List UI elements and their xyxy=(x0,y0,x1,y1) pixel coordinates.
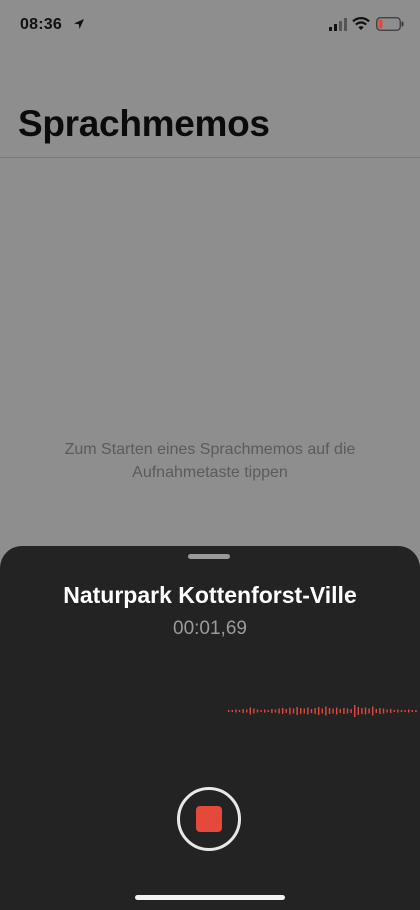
recording-elapsed-time: 00:01,69 xyxy=(173,618,247,639)
waveform-bar xyxy=(235,709,237,713)
title-divider xyxy=(0,157,420,158)
waveform-bar xyxy=(350,709,352,713)
waveform-bar xyxy=(343,708,345,714)
waveform-bar xyxy=(231,710,233,712)
waveform-bar xyxy=(260,710,262,712)
waveform-bar xyxy=(400,710,403,712)
empty-state-hint: Zum Starten eines Sprachmemos auf die Au… xyxy=(64,441,356,481)
recording-title[interactable]: Naturpark Kottenforst-Ville xyxy=(0,582,420,609)
waveform-bar xyxy=(238,710,241,712)
waveform-bar xyxy=(249,707,251,715)
status-bar: 08:36 xyxy=(0,0,420,50)
waveform-bar xyxy=(314,708,316,714)
cellular-signal-icon xyxy=(329,18,347,31)
waveform-bar xyxy=(346,708,349,714)
waveform-bar xyxy=(310,709,313,713)
waveform-bar xyxy=(274,709,277,713)
waveform-bar xyxy=(386,709,388,713)
waveform-bar xyxy=(332,708,334,714)
waveform-bar xyxy=(267,710,269,712)
waveform-bar xyxy=(404,710,406,712)
waveform-bar xyxy=(328,708,331,714)
waveform-bar xyxy=(289,707,291,715)
waveform-bar xyxy=(256,709,259,713)
waveform-bar xyxy=(307,707,309,715)
status-time: 08:36 xyxy=(20,16,62,33)
waveform-bar xyxy=(357,707,359,715)
home-indicator[interactable] xyxy=(135,895,285,900)
waveform-bar xyxy=(285,709,287,713)
waveform-bar xyxy=(415,710,417,712)
waveform-bar xyxy=(408,709,410,713)
waveform-bar xyxy=(361,708,363,714)
waveform-bar xyxy=(264,709,266,713)
location-arrow-icon xyxy=(74,19,84,29)
waveform-bar xyxy=(303,708,305,714)
waveform-bar xyxy=(372,706,374,716)
stop-recording-button[interactable] xyxy=(177,787,241,851)
waveform-bar xyxy=(375,709,377,713)
recording-sheet: Naturpark Kottenforst-Ville 00:01,69 xyxy=(0,546,420,910)
stop-icon xyxy=(196,806,222,832)
waveform-bar xyxy=(321,708,323,714)
waveform-bar xyxy=(382,708,385,714)
waveform-bar xyxy=(318,707,320,715)
waveform-bar xyxy=(354,705,356,717)
waveform-bar xyxy=(336,707,338,715)
waveform-bar xyxy=(292,708,295,714)
waveform-bar xyxy=(325,706,327,716)
waveform-bar xyxy=(390,709,392,713)
wifi-icon xyxy=(352,17,370,30)
page-title: Sprachmemos xyxy=(18,103,270,144)
waveform-bar xyxy=(271,709,273,713)
waveform-bar xyxy=(300,708,302,714)
waveform-bar xyxy=(246,709,248,713)
battery-low-icon xyxy=(376,17,404,31)
waveform-bar xyxy=(368,708,370,714)
waveform-bar xyxy=(379,708,381,714)
waveform-bar xyxy=(278,708,280,714)
waveform-bar xyxy=(393,710,395,712)
waveform-bar xyxy=(228,710,230,712)
waveform-bar xyxy=(411,710,413,712)
waveform-bar xyxy=(339,709,341,713)
waveform-bar xyxy=(253,708,255,714)
waveform-bar xyxy=(242,709,244,713)
waveform-bar xyxy=(397,709,399,713)
sheet-grabber[interactable] xyxy=(188,554,230,559)
waveform-bar xyxy=(282,708,284,714)
waveform-bar xyxy=(296,707,298,715)
recording-waveform xyxy=(228,705,417,717)
waveform-bar xyxy=(364,707,367,715)
